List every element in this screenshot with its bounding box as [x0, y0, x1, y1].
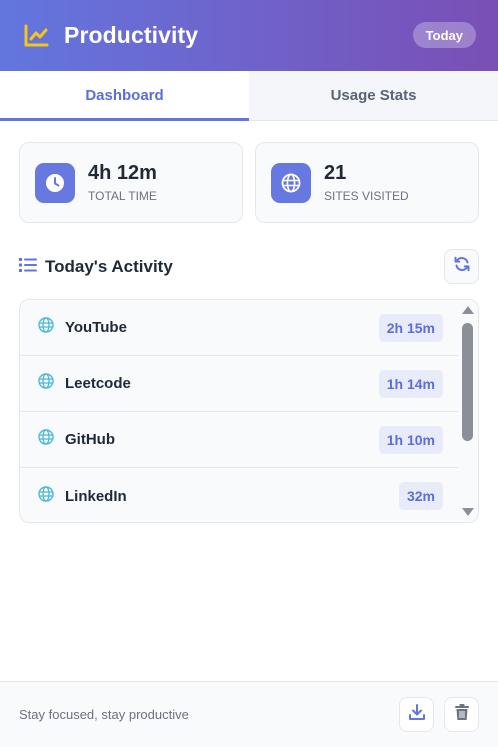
- export-button[interactable]: [399, 697, 434, 732]
- time-badge: 1h 10m: [378, 425, 443, 454]
- globe-icon: [38, 429, 54, 450]
- total-time-card: 4h 12m TOTAL TIME: [19, 142, 243, 223]
- trash-icon: [454, 703, 470, 726]
- site-name: Leetcode: [65, 375, 131, 392]
- site-name: GitHub: [65, 431, 115, 448]
- activity-header: Today's Activity: [0, 249, 498, 285]
- stats-row: 4h 12m TOTAL TIME 21 SITES VISITED: [0, 121, 498, 223]
- total-time-value: 4h 12m: [88, 162, 157, 184]
- clock-icon: [35, 162, 75, 203]
- download-icon: [408, 703, 426, 726]
- globe-icon: [271, 162, 311, 203]
- tab-dashboard[interactable]: Dashboard: [0, 71, 249, 121]
- tab-usage-stats[interactable]: Usage Stats: [249, 71, 498, 120]
- site-name: YouTube: [65, 319, 127, 336]
- refresh-button[interactable]: [444, 249, 479, 284]
- time-badge: 1h 14m: [378, 369, 443, 398]
- activity-row-youtube[interactable]: YouTube 2h 15m: [20, 300, 458, 356]
- scroll-thumb[interactable]: [462, 323, 473, 441]
- footer-tagline: Stay focused, stay productive: [19, 707, 189, 722]
- sites-visited-label: SITES VISITED: [324, 189, 409, 203]
- app-header: Productivity Today: [0, 0, 498, 71]
- tab-bar: Dashboard Usage Stats: [0, 71, 498, 121]
- today-badge: Today: [412, 22, 476, 48]
- activity-list: YouTube 2h 15m Leetcode 1h 14m GitHub 1h…: [20, 300, 458, 522]
- total-time-label: TOTAL TIME: [88, 189, 157, 203]
- globe-icon: [38, 373, 54, 394]
- globe-icon: [38, 317, 54, 338]
- time-badge: 2h 15m: [378, 313, 443, 342]
- activity-row-linkedin[interactable]: LinkedIn 32m: [20, 468, 458, 522]
- app-title: Productivity: [64, 22, 199, 48]
- globe-icon: [38, 485, 54, 507]
- scroll-up-arrow-icon[interactable]: [462, 306, 474, 314]
- activity-title: Today's Activity: [45, 257, 173, 276]
- clear-button[interactable]: [444, 697, 479, 732]
- chart-line-icon: [22, 22, 50, 50]
- scroll-down-arrow-icon[interactable]: [462, 508, 474, 516]
- sites-visited-card: 21 SITES VISITED: [255, 142, 479, 223]
- activity-row-leetcode[interactable]: Leetcode 1h 14m: [20, 356, 458, 412]
- list-icon: [19, 257, 37, 278]
- activity-list-panel: YouTube 2h 15m Leetcode 1h 14m GitHub 1h…: [19, 299, 479, 523]
- time-badge: 32m: [398, 482, 443, 510]
- footer: Stay focused, stay productive: [0, 681, 498, 747]
- sites-visited-value: 21: [324, 162, 347, 184]
- activity-row-github[interactable]: GitHub 1h 10m: [20, 412, 458, 468]
- activity-scrollbar[interactable]: [458, 300, 478, 522]
- site-name: LinkedIn: [65, 487, 127, 505]
- refresh-icon: [454, 256, 470, 277]
